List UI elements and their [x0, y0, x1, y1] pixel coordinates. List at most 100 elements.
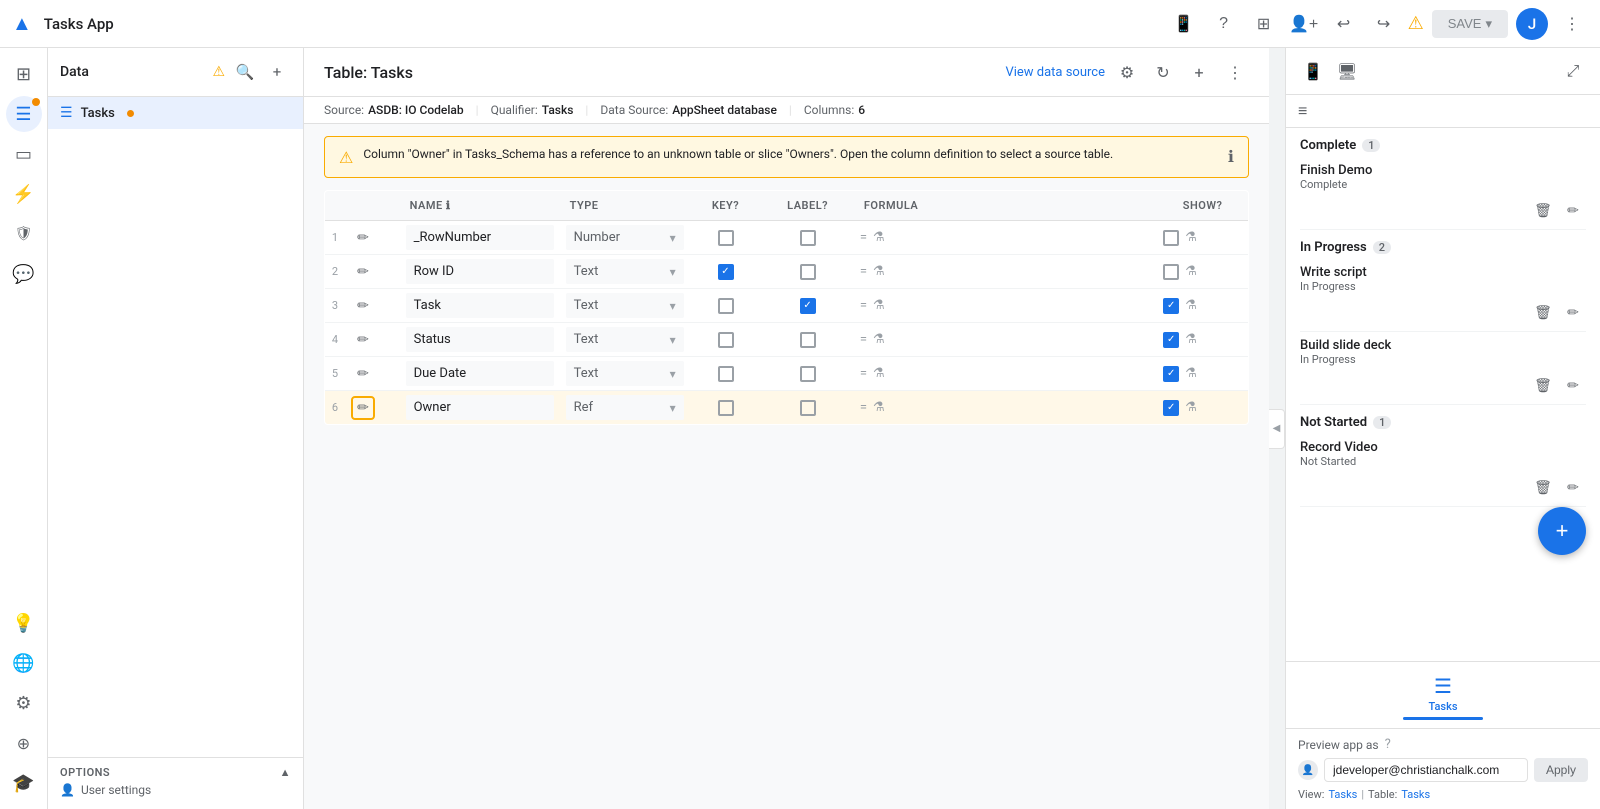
edit-button[interactable]: ✏: [351, 294, 375, 318]
type-select[interactable]: Text▾: [566, 293, 684, 318]
user-settings-item[interactable]: 👤 User settings: [60, 779, 291, 801]
phone-view-icon[interactable]: 📱: [1298, 56, 1328, 86]
field-name-input[interactable]: Task: [406, 293, 554, 318]
collapse-handle[interactable]: ◀: [1269, 409, 1285, 449]
show-checkbox[interactable]: ✓: [1163, 400, 1179, 416]
name-cell: Row ID: [400, 255, 560, 289]
task-item: Finish DemoComplete: [1286, 157, 1600, 195]
type-select[interactable]: Text▾: [566, 361, 684, 386]
preview-email-row: 👤 Apply: [1298, 758, 1588, 782]
unchecked-checkbox: [800, 230, 816, 246]
sidebar-icon-graduation[interactable]: 🎓: [6, 765, 42, 801]
sidebar-icon-integration[interactable]: ⊕: [6, 725, 42, 761]
refresh-icon[interactable]: ↻: [1149, 58, 1177, 86]
help-icon[interactable]: ?: [1208, 8, 1240, 40]
apply-button[interactable]: Apply: [1534, 758, 1588, 782]
edit-button[interactable]: ✏: [351, 328, 375, 352]
expand-preview-icon[interactable]: ⤢: [1558, 56, 1588, 86]
key-checkbox[interactable]: [696, 366, 756, 382]
edit-button[interactable]: ✏: [351, 260, 375, 284]
key-checkbox[interactable]: [696, 230, 756, 246]
info-icon[interactable]: ℹ: [1228, 147, 1234, 166]
key-checkbox[interactable]: [696, 298, 756, 314]
key-checkbox[interactable]: ✓: [696, 264, 756, 280]
filter-icon[interactable]: ⚙: [1113, 58, 1141, 86]
sidebar-icon-security[interactable]: 🛡: [6, 216, 42, 252]
save-button[interactable]: SAVE ▾: [1432, 10, 1508, 38]
delete-task-button[interactable]: 🗑: [1530, 372, 1556, 398]
label-checkbox[interactable]: [767, 366, 847, 382]
field-name-input[interactable]: Row ID: [406, 259, 554, 284]
schema-table: NAME ℹ TYPE KEY? LABEL? FORMULA SHOW? 1✏…: [324, 190, 1249, 425]
show-checkbox[interactable]: [1163, 264, 1179, 280]
edit-button[interactable]: ✏: [351, 226, 375, 250]
desktop-view-icon[interactable]: 🖥: [1332, 56, 1362, 86]
sidebar-icon-bulb[interactable]: 💡: [6, 605, 42, 641]
add-column-icon[interactable]: +: [1185, 58, 1213, 86]
show-cell: ✓⚗: [1157, 289, 1248, 323]
sidebar-icon-settings[interactable]: ⚙: [6, 685, 42, 721]
view-link[interactable]: Tasks: [1328, 788, 1357, 801]
sidebar-icon-layout[interactable]: ▭: [6, 136, 42, 172]
show-checkbox[interactable]: ✓: [1163, 332, 1179, 348]
more-options-icon[interactable]: ⋮: [1556, 8, 1588, 40]
redo-icon[interactable]: ↪: [1368, 8, 1400, 40]
label-checkbox[interactable]: ✓: [767, 298, 847, 314]
table-row: 6✏OwnerRef▾=⚗✓⚗: [325, 391, 1249, 425]
preview-help-icon[interactable]: ?: [1385, 737, 1391, 752]
sidebar-icon-table[interactable]: ☰: [6, 96, 42, 132]
label-checkbox[interactable]: [767, 230, 847, 246]
avatar[interactable]: J: [1516, 8, 1548, 40]
preview-email-input[interactable]: [1324, 758, 1528, 782]
sidebar-icon-globe[interactable]: 🌐: [6, 645, 42, 681]
type-cell: Text▾: [560, 323, 690, 357]
grid-view-icon[interactable]: ⊞: [1248, 8, 1280, 40]
col-show-header: SHOW?: [1157, 191, 1248, 221]
label-checkbox[interactable]: [767, 400, 847, 416]
sidebar-icon-automation[interactable]: ⚡: [6, 176, 42, 212]
type-select[interactable]: Number▾: [566, 225, 684, 250]
edit-task-button[interactable]: ✏: [1560, 299, 1586, 325]
field-name-input[interactable]: Status: [406, 327, 554, 352]
fab-add-button[interactable]: +: [1538, 507, 1586, 555]
edit-task-button[interactable]: ✏: [1560, 474, 1586, 500]
more-menu-icon[interactable]: ⋮: [1221, 58, 1249, 86]
label-cell: [761, 221, 853, 255]
delete-task-button[interactable]: 🗑: [1530, 474, 1556, 500]
add-user-icon[interactable]: 👤+: [1288, 8, 1320, 40]
delete-task-button[interactable]: 🗑: [1530, 299, 1556, 325]
edit-task-button[interactable]: ✏: [1560, 197, 1586, 223]
phone-preview-icon[interactable]: 📱: [1168, 8, 1200, 40]
undo-icon[interactable]: ↩: [1328, 8, 1360, 40]
data-panel-item-tasks[interactable]: ☰ Tasks: [48, 97, 303, 129]
key-checkbox[interactable]: [696, 400, 756, 416]
data-search-icon[interactable]: 🔍: [231, 58, 259, 86]
data-add-icon[interactable]: +: [263, 58, 291, 86]
show-checkbox[interactable]: [1163, 230, 1179, 246]
table-link[interactable]: Tasks: [1401, 788, 1430, 801]
edit-button[interactable]: ✏: [351, 396, 375, 420]
type-select[interactable]: Text▾: [566, 327, 684, 352]
show-checkbox[interactable]: ✓: [1163, 298, 1179, 314]
label-checkbox[interactable]: [767, 332, 847, 348]
view-source-link[interactable]: View data source: [1005, 65, 1105, 80]
edit-cell: ✏: [345, 357, 400, 391]
key-checkbox[interactable]: [696, 332, 756, 348]
row-number: 2: [325, 255, 346, 289]
field-name-input[interactable]: Due Date: [406, 361, 554, 386]
edit-button[interactable]: ✏: [351, 362, 375, 386]
show-checkbox[interactable]: ✓: [1163, 366, 1179, 382]
qualifier-label: Qualifier:: [491, 103, 538, 117]
tasks-nav-item[interactable]: ☰ Tasks: [1391, 670, 1495, 724]
field-name-input[interactable]: _RowNumber: [406, 225, 554, 250]
field-name-input[interactable]: Owner: [406, 395, 554, 420]
label-checkbox[interactable]: [767, 264, 847, 280]
preview-bottom-nav: ☰ Tasks: [1286, 661, 1600, 728]
sidebar-icon-grid[interactable]: ⊞: [6, 56, 42, 92]
formula-eq-sign: =: [860, 366, 867, 381]
type-select[interactable]: Ref▾: [566, 395, 684, 420]
edit-task-button[interactable]: ✏: [1560, 372, 1586, 398]
delete-task-button[interactable]: 🗑: [1530, 197, 1556, 223]
sidebar-icon-chat[interactable]: 💬: [6, 256, 42, 292]
type-select[interactable]: Text▾: [566, 259, 684, 284]
